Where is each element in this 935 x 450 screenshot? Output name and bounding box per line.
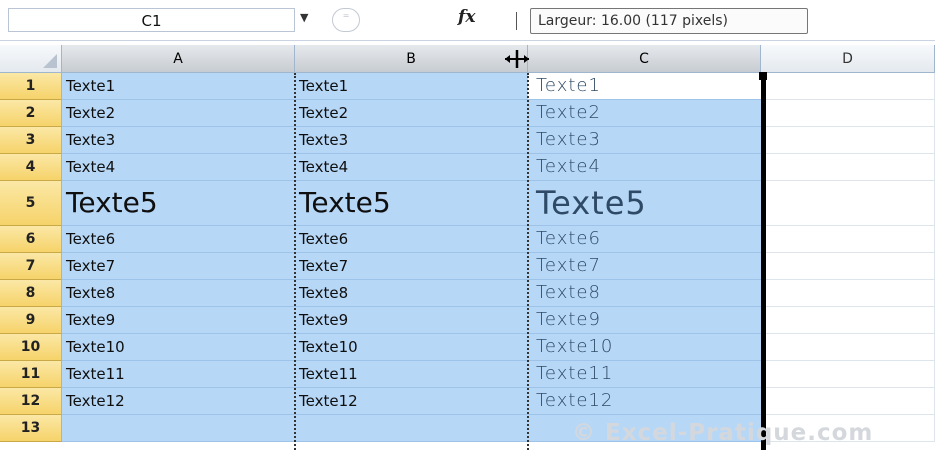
cell-c10[interactable]: Texte10 <box>528 334 761 361</box>
cell-b7[interactable]: Texte7 <box>295 253 528 280</box>
cell-c7[interactable]: Texte7 <box>528 253 761 280</box>
cell-d11[interactable] <box>761 361 935 388</box>
select-all-triangle-icon <box>43 54 57 68</box>
cell-b4[interactable]: Texte4 <box>295 154 528 181</box>
cell-b12[interactable]: Texte12 <box>295 388 528 415</box>
cell-a1[interactable]: Texte1 <box>62 73 295 100</box>
cell-c11[interactable]: Texte11 <box>528 361 761 388</box>
name-box[interactable]: C1 <box>8 8 295 32</box>
selection-divider <box>294 73 296 450</box>
row-header[interactable]: 7 <box>0 253 62 280</box>
column-headers: A B C D <box>0 45 935 73</box>
row-header[interactable]: 5 <box>0 181 62 226</box>
cell-a6[interactable]: Texte6 <box>62 226 295 253</box>
row-header[interactable]: 10 <box>0 334 62 361</box>
cell-c4[interactable]: Texte4 <box>528 154 761 181</box>
cell-d6[interactable] <box>761 226 935 253</box>
cell-c12[interactable]: Texte12 <box>528 388 761 415</box>
cell-b10[interactable]: Texte10 <box>295 334 528 361</box>
cell-a7[interactable]: Texte7 <box>62 253 295 280</box>
column-header-c[interactable]: C <box>528 45 761 73</box>
formula-divider <box>516 12 517 30</box>
cell-a10[interactable]: Texte10 <box>62 334 295 361</box>
cell-a9[interactable]: Texte9 <box>62 307 295 334</box>
cell-a2[interactable]: Texte2 <box>62 100 295 127</box>
selection-handle[interactable] <box>759 72 767 80</box>
cell-d5[interactable] <box>761 181 935 226</box>
column-resize-guide <box>761 73 766 450</box>
cell-c5[interactable]: Texte5 <box>528 181 761 226</box>
cell-d8[interactable] <box>761 280 935 307</box>
column-header-a[interactable]: A <box>62 45 295 73</box>
cell-d9[interactable] <box>761 307 935 334</box>
cell-c2[interactable]: Texte2 <box>528 100 761 127</box>
cell-d4[interactable] <box>761 154 935 181</box>
cell-c3[interactable]: Texte3 <box>528 127 761 154</box>
row-header[interactable]: 3 <box>0 127 62 154</box>
cell-b9[interactable]: Texte9 <box>295 307 528 334</box>
row-header[interactable]: 8 <box>0 280 62 307</box>
cell-a5[interactable]: Texte5 <box>62 181 295 226</box>
row-header[interactable]: 2 <box>0 100 62 127</box>
column-header-d[interactable]: D <box>761 45 935 73</box>
cell-b8[interactable]: Texte8 <box>295 280 528 307</box>
cell-d1[interactable] <box>761 73 935 100</box>
cell-b11[interactable]: Texte11 <box>295 361 528 388</box>
column-resize-cursor-icon <box>505 50 529 68</box>
cell-c8[interactable]: Texte8 <box>528 280 761 307</box>
cancel-icon[interactable]: ⁼ <box>332 8 360 32</box>
row-header[interactable]: 12 <box>0 388 62 415</box>
formula-bar: C1 ▼ ⁼ fx Largeur: 16.00 (117 pixels) <box>0 0 935 41</box>
column-header-b[interactable]: B <box>295 45 528 73</box>
cell-b1[interactable]: Texte1 <box>295 73 528 100</box>
cell-d2[interactable] <box>761 100 935 127</box>
cell-b3[interactable]: Texte3 <box>295 127 528 154</box>
watermark: © Excel-Pratique.com <box>572 420 874 446</box>
row-header[interactable]: 1 <box>0 73 62 100</box>
selection-divider <box>527 73 529 450</box>
cell-a13[interactable] <box>62 415 295 442</box>
cell-c6[interactable]: Texte6 <box>528 226 761 253</box>
column-width-tooltip: Largeur: 16.00 (117 pixels) <box>530 8 808 34</box>
cell-a12[interactable]: Texte12 <box>62 388 295 415</box>
chevron-down-icon[interactable]: ▼ <box>300 11 308 24</box>
cell-b5[interactable]: Texte5 <box>295 181 528 226</box>
cell-b6[interactable]: Texte6 <box>295 226 528 253</box>
cell-a4[interactable]: Texte4 <box>62 154 295 181</box>
cell-d7[interactable] <box>761 253 935 280</box>
cell-d10[interactable] <box>761 334 935 361</box>
row-header[interactable]: 13 <box>0 415 62 442</box>
name-box-value: C1 <box>141 12 162 30</box>
cell-a3[interactable]: Texte3 <box>62 127 295 154</box>
cell-c9[interactable]: Texte9 <box>528 307 761 334</box>
row-header[interactable]: 6 <box>0 226 62 253</box>
cell-b2[interactable]: Texte2 <box>295 100 528 127</box>
row-header[interactable]: 9 <box>0 307 62 334</box>
insert-function-button[interactable]: fx <box>458 7 475 27</box>
select-all-button[interactable] <box>0 45 62 73</box>
cell-a11[interactable]: Texte11 <box>62 361 295 388</box>
cell-d12[interactable] <box>761 388 935 415</box>
cell-b13[interactable] <box>295 415 528 442</box>
cell-c1[interactable]: Texte1 <box>528 73 761 100</box>
cell-d3[interactable] <box>761 127 935 154</box>
row-header[interactable]: 4 <box>0 154 62 181</box>
cell-a8[interactable]: Texte8 <box>62 280 295 307</box>
row-header[interactable]: 11 <box>0 361 62 388</box>
